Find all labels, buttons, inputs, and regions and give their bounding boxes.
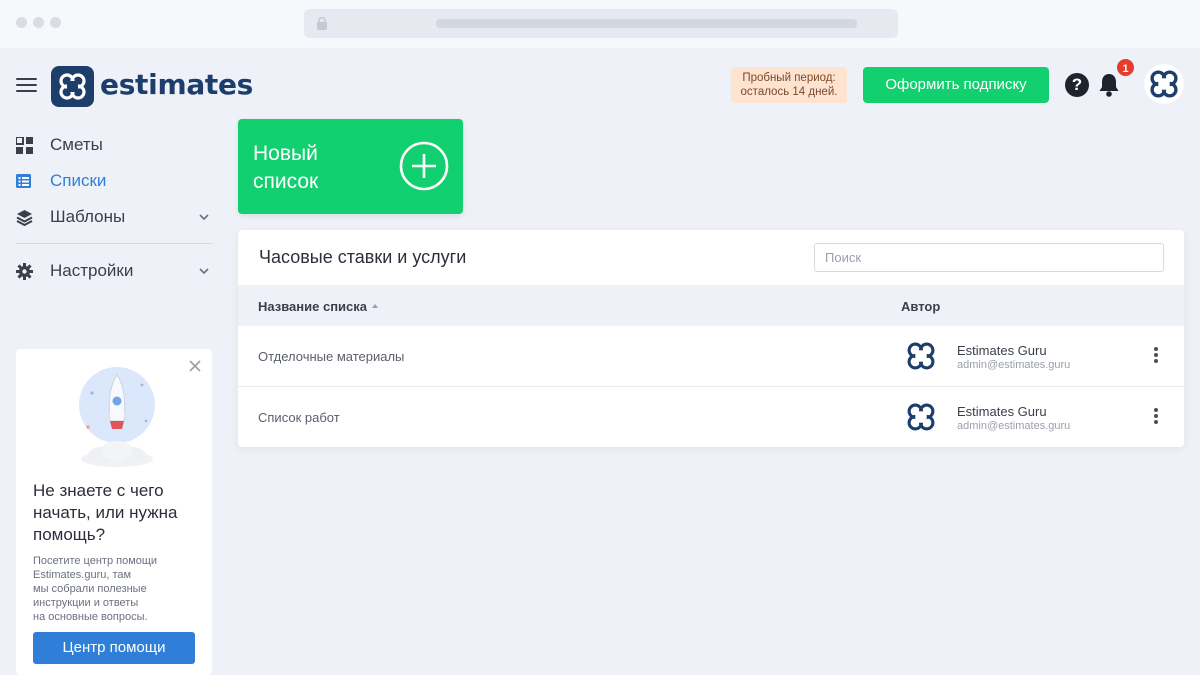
help-card-title: Не знаете с чего начать, или нужна помощ… (33, 481, 178, 544)
bell-icon[interactable] (1097, 72, 1121, 98)
help-card-text: Посетите центр помощи Estimates.guru, та… (33, 555, 158, 623)
sidebar-item-lists[interactable]: Списки (16, 169, 212, 193)
logo-text[interactable]: estimates (100, 68, 253, 102)
more-options-icon[interactable] (1152, 408, 1160, 426)
browser-chrome (0, 0, 1200, 48)
new-list-label: Новый список (253, 142, 319, 193)
trial-notice-badge: Пробный период: осталось 14 дней. (731, 67, 847, 103)
sidebar-item-label: Шаблоны (50, 207, 126, 226)
new-list-button[interactable]: Новый список (238, 119, 463, 214)
sidebar-item-label: Сметы (50, 135, 103, 154)
grid-icon (16, 137, 33, 154)
table-header: Название списка Автор (238, 285, 1184, 326)
close-icon[interactable] (188, 359, 202, 373)
gear-icon (16, 263, 33, 280)
author-name: Estimates Guru (957, 404, 1047, 419)
layers-icon (16, 210, 33, 226)
search-input[interactable] (814, 243, 1164, 272)
list-name[interactable]: Список работ (258, 410, 340, 425)
url-placeholder-bar (436, 19, 857, 28)
window-maximize-dot[interactable] (50, 17, 61, 28)
lists-table-card: Часовые ставки и услуги Название списка … (238, 230, 1184, 447)
lock-icon (317, 17, 327, 30)
table-row[interactable]: Отделочные материалы Estimates Guru admi… (238, 326, 1184, 387)
help-card: Не знаете с чего начать, или нужна помощ… (16, 349, 212, 675)
chevron-down-icon[interactable] (198, 265, 210, 277)
rocket-illustration-icon (79, 367, 155, 467)
sidebar-item-templates[interactable]: Шаблоны (16, 205, 212, 229)
sidebar-item-settings[interactable]: Настройки (16, 259, 212, 283)
address-bar[interactable] (304, 9, 898, 38)
chevron-down-icon[interactable] (198, 211, 210, 223)
menu-icon[interactable] (16, 78, 37, 95)
notification-count-badge: 1 (1115, 57, 1136, 78)
more-options-icon[interactable] (1152, 347, 1160, 365)
author-name: Estimates Guru (957, 343, 1047, 358)
sidebar-item-label: Списки (50, 171, 107, 190)
help-center-button[interactable]: Центр помощи (33, 632, 195, 664)
card-title: Часовые ставки и услуги (259, 247, 467, 267)
author-email: admin@estimates.guru (957, 359, 1071, 371)
author-email: admin@estimates.guru (957, 420, 1071, 432)
sidebar-item-label: Настройки (50, 261, 134, 280)
sidebar-divider (16, 243, 212, 244)
window-close-dot[interactable] (16, 17, 27, 28)
window-minimize-dot[interactable] (33, 17, 44, 28)
table-row[interactable]: Список работ Estimates Guru admin@estima… (238, 387, 1184, 447)
estimates-logo-icon[interactable] (51, 66, 94, 107)
list-icon (16, 174, 31, 188)
author-logo-icon (907, 342, 935, 370)
sidebar-item-estimates[interactable]: Сметы (16, 133, 212, 157)
avatar[interactable] (1144, 64, 1184, 104)
list-name[interactable]: Отделочные материалы (258, 349, 404, 364)
column-header-name[interactable]: Название списка (258, 299, 379, 314)
help-icon[interactable]: ? (1065, 73, 1089, 97)
sort-up-icon[interactable] (372, 304, 379, 308)
plus-circle-icon (399, 141, 449, 191)
column-header-author[interactable]: Автор (901, 299, 940, 314)
author-logo-icon (907, 403, 935, 431)
subscribe-button[interactable]: Оформить подписку (863, 67, 1049, 103)
